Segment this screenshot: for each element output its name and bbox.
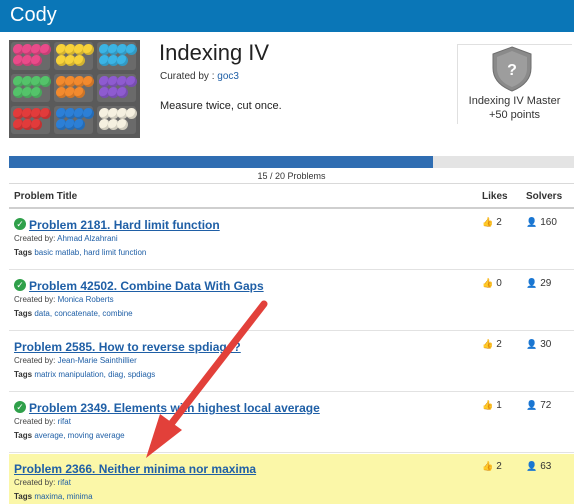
thumbs-up-icon: 👍	[482, 278, 494, 288]
likes-count: 2	[496, 217, 502, 228]
button-bead	[31, 87, 42, 98]
svg-text:?: ?	[507, 62, 517, 79]
user-icon: 👤	[526, 217, 538, 227]
user-icon: 👤	[526, 339, 538, 349]
problem-title-link[interactable]: Problem 2366. Neither minima nor maxima	[14, 462, 256, 476]
button-bead	[117, 55, 128, 66]
author-link[interactable]: rifat	[58, 478, 71, 487]
group-thumbnail	[9, 40, 140, 138]
author-link[interactable]: rifat	[58, 417, 71, 426]
likes-count: 0	[496, 278, 502, 289]
tags-links[interactable]: basic matlab, hard limit function	[34, 248, 146, 257]
button-bead	[40, 108, 51, 119]
created-label: Created by:	[14, 417, 56, 426]
button-bead	[74, 87, 85, 98]
progress-fill	[9, 156, 433, 168]
thumbs-up-icon: 👍	[482, 339, 494, 349]
button-bead	[40, 44, 51, 55]
created-label: Created by:	[14, 295, 56, 304]
solvers-count: 72	[540, 400, 552, 411]
problem-title-link[interactable]: Problem 2181. Hard limit function	[29, 218, 220, 232]
button-bead	[74, 55, 85, 66]
author-link[interactable]: Jean-Marie Sainthillier	[58, 356, 137, 365]
badge-name: Indexing IV Master	[468, 95, 561, 107]
user-icon: 👤	[526, 278, 538, 288]
solvers-count: 29	[540, 278, 552, 289]
likes-count: 2	[496, 461, 502, 472]
solved-check-icon: ✓	[14, 217, 26, 230]
tags-links[interactable]: data, concatenate, combine	[34, 309, 132, 318]
author-link[interactable]: Monica Roberts	[58, 295, 114, 304]
problem-row[interactable]: Problem 2585. How to reverse spdiags? Cr…	[9, 332, 574, 392]
tags-label: Tags	[14, 492, 33, 501]
likes-count: 1	[496, 400, 502, 411]
tags-links[interactable]: average, moving average	[34, 431, 124, 440]
button-bead	[74, 119, 85, 130]
badge-points: +50 points	[488, 109, 541, 121]
header-solvers[interactable]: Solvers	[526, 191, 562, 202]
button-bead	[126, 44, 137, 55]
brand-logo[interactable]: Cody	[10, 4, 57, 27]
user-icon: 👤	[526, 461, 538, 471]
button-bead	[31, 119, 42, 130]
curated-by: Curated by : goc3	[160, 71, 239, 82]
header-likes[interactable]: Likes	[482, 191, 508, 202]
curated-label: Curated by :	[160, 71, 215, 82]
tags-label: Tags	[14, 431, 33, 440]
solved-check-icon: ✓	[14, 400, 26, 413]
tags-label: Tags	[14, 309, 33, 318]
problem-row-highlighted[interactable]: Problem 2366. Neither minima nor maxima …	[9, 454, 574, 504]
button-bead	[31, 55, 42, 66]
button-bead	[40, 76, 51, 87]
top-bar: Cody	[0, 0, 574, 32]
tags-label: Tags	[14, 248, 33, 257]
problem-row[interactable]: ✓ Problem 2181. Hard limit function Creat…	[9, 210, 574, 270]
thumbs-up-icon: 👍	[482, 217, 494, 227]
thumbs-up-icon: 👍	[482, 461, 494, 471]
button-bead	[126, 76, 137, 87]
solvers-count: 30	[540, 339, 552, 350]
shield-question-icon: ?	[492, 46, 532, 92]
author-link[interactable]: Ahmad Alzahrani	[57, 234, 117, 243]
problem-title-link[interactable]: Problem 42502. Combine Data With Gaps	[29, 279, 264, 293]
button-bead	[83, 108, 94, 119]
button-bead	[83, 44, 94, 55]
solvers-count: 63	[540, 461, 552, 472]
group-title: Indexing IV	[159, 40, 270, 65]
solvers-count: 160	[540, 217, 557, 228]
created-label: Created by:	[14, 356, 56, 365]
header-problem-title[interactable]: Problem Title	[14, 191, 77, 202]
problem-title-link[interactable]: Problem 2585. How to reverse spdiags?	[14, 340, 241, 354]
button-bead	[117, 87, 128, 98]
thumbs-up-icon: 👍	[482, 400, 494, 410]
table-header: Problem Title Likes Solvers	[9, 183, 574, 209]
group-tagline: Measure twice, cut once.	[160, 100, 282, 112]
curator-link[interactable]: goc3	[217, 71, 239, 82]
problem-row[interactable]: ✓ Problem 2349. Elements with highest loc…	[9, 393, 574, 453]
progress-text: 15 / 20 Problems	[257, 171, 326, 181]
tags-links[interactable]: matrix manipulation, diag, spdiags	[34, 370, 155, 379]
problem-title-link[interactable]: Problem 2349. Elements with highest loca…	[29, 401, 320, 415]
user-icon: 👤	[526, 400, 538, 410]
tags-links[interactable]: maxima, minima	[34, 492, 92, 501]
progress-bar	[9, 156, 574, 168]
button-bead	[117, 119, 128, 130]
solved-check-icon: ✓	[14, 278, 26, 291]
created-label: Created by:	[14, 234, 56, 243]
problem-row[interactable]: ✓ Problem 42502. Combine Data With Gaps C…	[9, 271, 574, 331]
tags-label: Tags	[14, 370, 33, 379]
button-bead	[126, 108, 137, 119]
button-bead	[83, 76, 94, 87]
created-label: Created by:	[14, 478, 56, 487]
likes-count: 2	[496, 339, 502, 350]
